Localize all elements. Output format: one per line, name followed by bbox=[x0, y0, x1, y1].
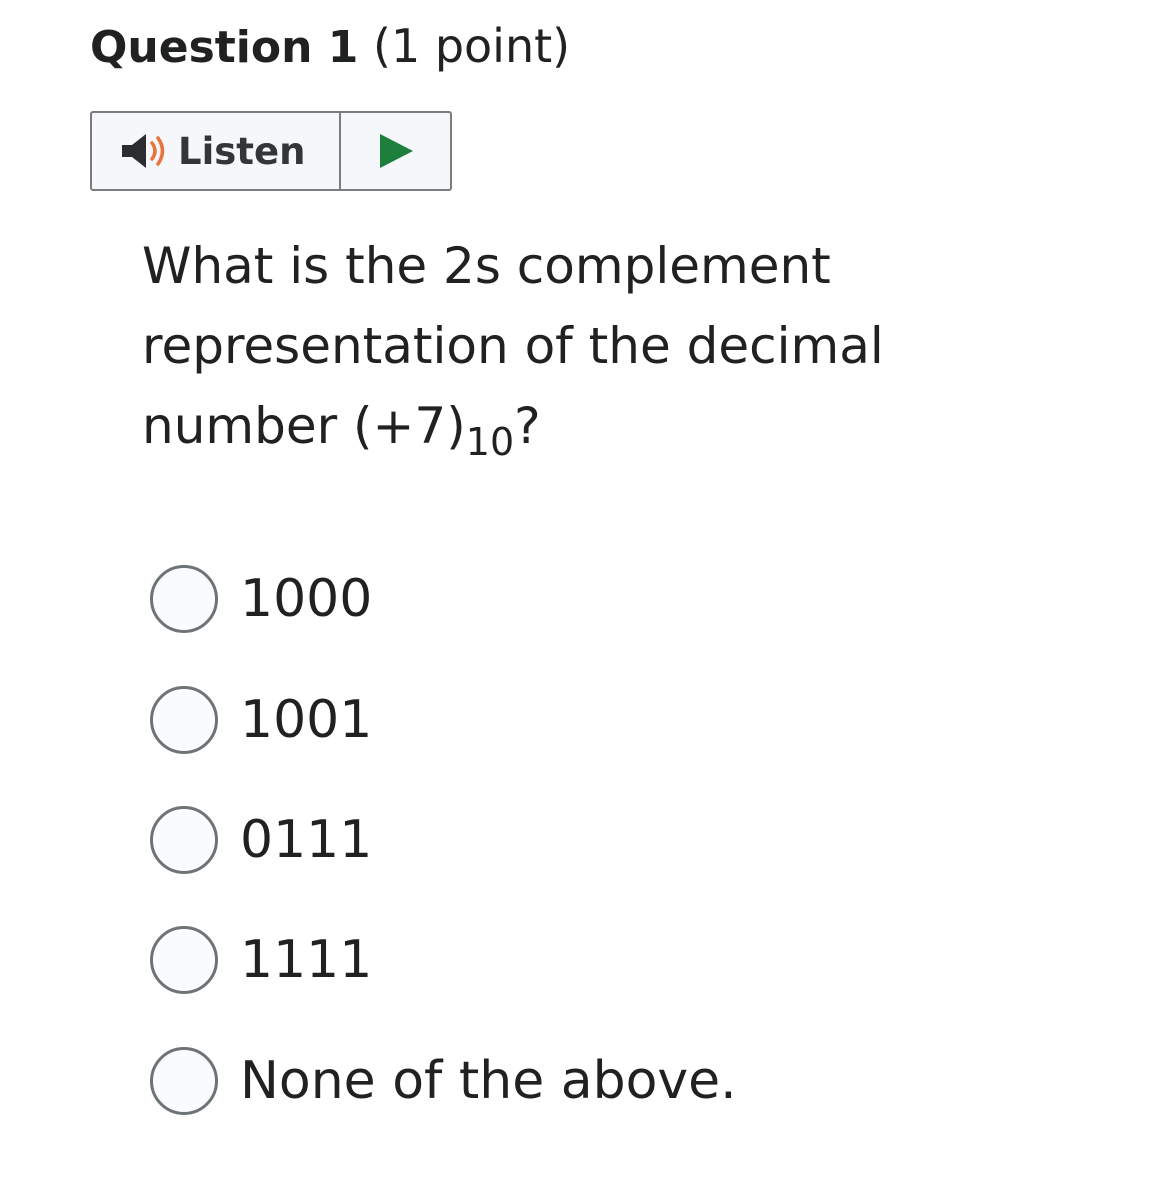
radio-button[interactable] bbox=[150, 1047, 218, 1115]
question-points: (1 point) bbox=[373, 19, 571, 73]
option-1000[interactable]: 1000 bbox=[150, 562, 850, 636]
question-title: Question 1 bbox=[90, 22, 359, 73]
play-icon bbox=[377, 132, 415, 170]
question-header: Question 1 (1 point) bbox=[90, 16, 570, 78]
play-button[interactable] bbox=[341, 113, 450, 189]
option-1001[interactable]: 1001 bbox=[150, 683, 850, 757]
radio-button[interactable] bbox=[150, 565, 218, 633]
option-0111[interactable]: 0111 bbox=[150, 803, 850, 877]
option-1111[interactable]: 1111 bbox=[150, 923, 850, 997]
radio-button[interactable] bbox=[150, 806, 218, 874]
radio-button[interactable] bbox=[150, 686, 218, 754]
option-label: None of the above. bbox=[240, 1051, 737, 1111]
option-label: 1111 bbox=[240, 930, 373, 990]
listen-label: Listen bbox=[178, 129, 306, 173]
speaker-icon bbox=[120, 129, 172, 173]
listen-toolbar: Listen bbox=[90, 111, 452, 191]
option-none-of-the-above[interactable]: None of the above. bbox=[150, 1044, 850, 1118]
listen-button[interactable]: Listen bbox=[92, 113, 341, 189]
option-label: 1000 bbox=[240, 569, 373, 629]
option-label: 1001 bbox=[240, 690, 373, 750]
radio-button[interactable] bbox=[150, 926, 218, 994]
prompt-subscript: 10 bbox=[465, 420, 515, 464]
question-prompt: What is the 2s complement representation… bbox=[142, 226, 962, 466]
prompt-text-end: ? bbox=[514, 397, 541, 455]
option-label: 0111 bbox=[240, 810, 373, 870]
